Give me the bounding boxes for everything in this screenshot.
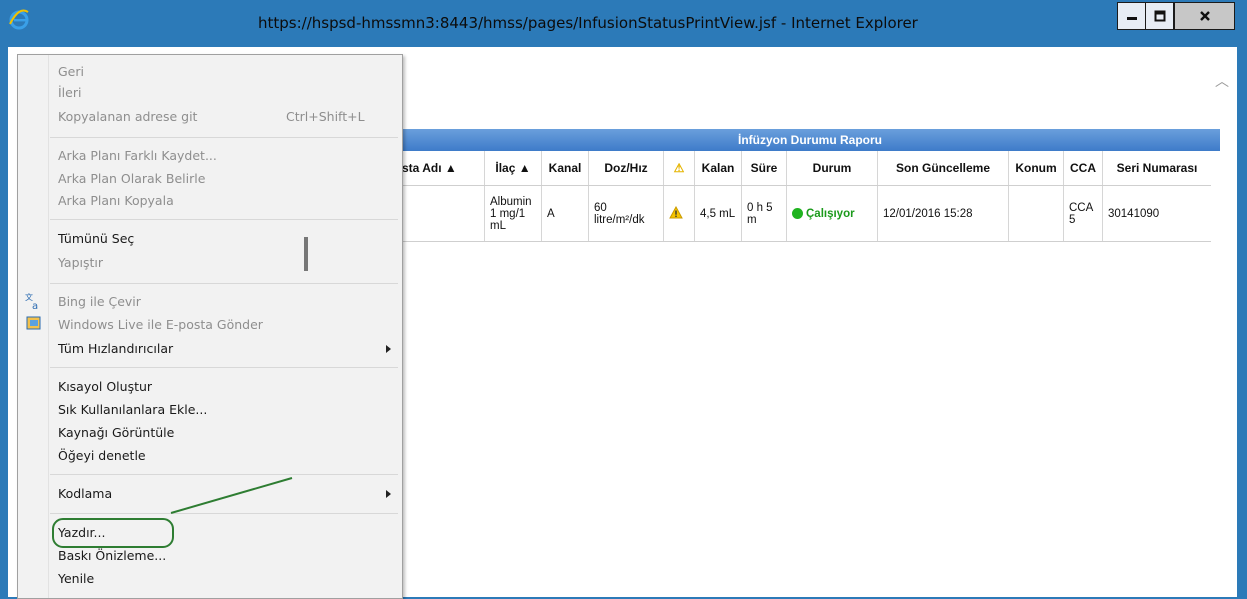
annotation-pointer-line	[170, 477, 293, 514]
annotation-overlay	[170, 477, 293, 514]
browser-window: https://hspsd-hmssmn3:8443/hmss/pages/In…	[0, 0, 1247, 599]
